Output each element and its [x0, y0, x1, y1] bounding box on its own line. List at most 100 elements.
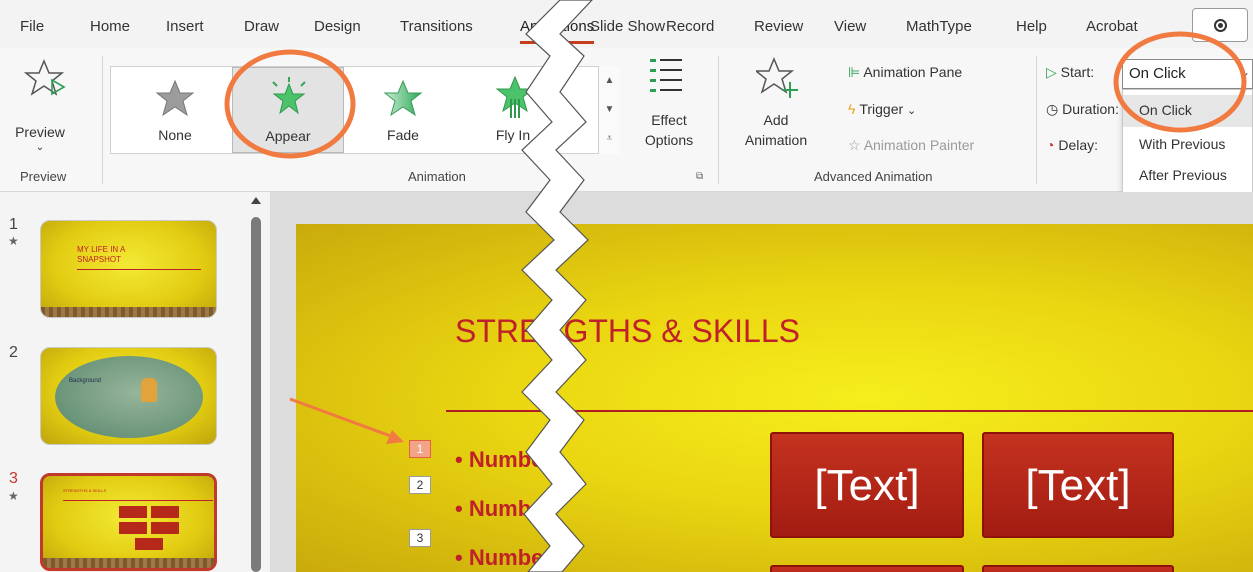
preview-star-icon — [24, 59, 66, 96]
chevron-down-icon: ⌄ — [35, 142, 45, 153]
gallery-up-icon[interactable]: ▲ — [599, 66, 620, 95]
thumbnail-number: 1 — [9, 216, 18, 233]
thumbnail-box — [151, 506, 179, 518]
tab-design[interactable]: Design — [314, 18, 361, 35]
tab-home[interactable]: Home — [90, 18, 130, 35]
text-box[interactable]: [Text] — [770, 432, 964, 538]
trigger-button[interactable]: ϟ Trigger ⌄ — [848, 101, 916, 117]
start-label-row: ▷ Start: — [1046, 64, 1094, 81]
animation-tag-1[interactable]: 1 — [409, 440, 431, 458]
gallery-more-icon[interactable]: ⩡ — [599, 124, 620, 153]
start-label: Start: — [1060, 64, 1095, 80]
tab-transitions[interactable]: Transitions — [400, 18, 473, 35]
animation-fly-in[interactable]: Fly In — [461, 67, 565, 153]
thumbnail-wood-strip — [43, 558, 214, 568]
trigger-label: Trigger — [859, 101, 904, 117]
animation-group-label: Animation — [408, 169, 466, 184]
text-box-partial[interactable] — [982, 565, 1174, 572]
dialog-launcher-icon[interactable]: ⧉ — [696, 171, 703, 182]
add-animation-button[interactable]: Add Animation — [730, 54, 822, 160]
animation-gallery: None Appear Fade Fly In ▲ ▼ ⩡ — [110, 66, 620, 154]
preview-button[interactable]: Preview ⌄ — [8, 56, 88, 156]
bullet-item[interactable]: • Number — [455, 545, 552, 571]
animation-fade[interactable]: Fade — [351, 67, 455, 153]
effect-options-button[interactable]: Effect Options — [628, 54, 710, 160]
start-option-with-previous[interactable]: With Previous — [1123, 129, 1252, 161]
advanced-animation-group-label: Advanced Animation — [814, 169, 933, 184]
animation-none[interactable]: None — [123, 67, 227, 153]
delay-label-row: ◔ Delay: — [1046, 137, 1098, 153]
animation-painter-button[interactable]: ☆ Animation Painter — [848, 137, 974, 154]
start-select[interactable]: On Click ⌄ — [1122, 59, 1253, 89]
slide-thumbnail-1[interactable]: MY LIFE IN A SNAPSHOT — [40, 220, 217, 318]
text-box-partial[interactable] — [770, 565, 964, 572]
animation-appear[interactable]: Appear — [232, 67, 344, 153]
animation-pane-icon: ⊫ — [848, 64, 861, 80]
duration-label-row: ◷ Duration: — [1046, 101, 1119, 118]
slide-thumbnail-3[interactable]: STRENGTHS & SKILLS — [40, 473, 217, 571]
thumbnail-rule — [63, 500, 213, 501]
slide-title[interactable]: STRENGTHS & SKILLS — [455, 313, 800, 350]
bullet-item[interactable]: • Number — [455, 496, 552, 522]
tab-help[interactable]: Help — [1016, 18, 1047, 35]
tab-slide-show[interactable]: Slide Show — [590, 18, 665, 35]
tab-insert[interactable]: Insert — [166, 18, 204, 35]
tab-file[interactable]: File — [20, 18, 44, 35]
start-select-value: On Click — [1129, 65, 1186, 82]
effect-options-label-2: Options — [644, 132, 694, 148]
tab-view[interactable]: View — [834, 18, 866, 35]
divider — [1036, 56, 1037, 184]
bullet-text: Number — [468, 496, 552, 521]
record-icon — [1214, 19, 1227, 32]
tab-mathtype[interactable]: MathType — [906, 18, 972, 35]
thumbnail-title-line: MY LIFE IN A — [77, 245, 126, 254]
bullet-text: Number — [468, 545, 552, 570]
thumbnail-box — [119, 522, 147, 534]
star-fly-in-icon — [495, 75, 535, 118]
clock-icon: ◷ — [1046, 101, 1059, 117]
start-option-on-click[interactable]: On Click — [1123, 95, 1252, 127]
scroll-up-icon[interactable] — [251, 197, 261, 204]
start-option-after-previous[interactable]: After Previous — [1123, 160, 1252, 192]
animation-tag-2[interactable]: 2 — [409, 476, 431, 494]
slide-thumbnail-2[interactable]: Background — [40, 347, 217, 445]
scrollbar-thumb[interactable] — [251, 217, 261, 572]
chevron-down-icon: ⌄ — [907, 105, 917, 117]
text-box[interactable]: [Text] — [982, 432, 1174, 538]
tab-review[interactable]: Review — [754, 18, 803, 35]
thumbnail-number: 2 — [9, 344, 18, 361]
animation-pane-label: Animation Pane — [863, 64, 963, 80]
thumbnail-rule — [77, 269, 201, 270]
animation-painter-label: Animation Painter — [863, 137, 975, 153]
animation-tag-3[interactable]: 3 — [409, 529, 431, 547]
star-fade-icon — [383, 79, 423, 117]
animation-star-icon: ★ — [8, 489, 19, 503]
record-button[interactable] — [1192, 8, 1248, 42]
thumbnail-title: STRENGTHS & SKILLS — [63, 488, 107, 493]
delay-icon: ◔ — [1046, 137, 1055, 153]
star-appear-icon — [272, 77, 306, 115]
thumbnail-photo — [55, 356, 203, 438]
duration-label: Duration: — [1062, 101, 1119, 117]
preview-group-label: Preview — [20, 169, 67, 184]
thumbnail-figure — [141, 378, 157, 402]
tab-animations[interactable]: Animations — [520, 18, 595, 44]
animation-pane-button[interactable]: ⊫ Animation Pane — [848, 64, 962, 81]
bullet-item[interactable]: • Number — [455, 447, 552, 473]
animation-appear-label: Appear — [265, 128, 311, 144]
thumbnail-box — [135, 538, 163, 550]
gallery-down-icon[interactable]: ▼ — [599, 95, 620, 124]
lightning-icon: ϟ — [848, 101, 856, 117]
title-rule — [446, 410, 1253, 412]
animation-none-label: None — [158, 127, 192, 143]
start-dropdown-list: On Click With Previous After Previous — [1122, 89, 1253, 193]
thumbnail-scrollbar[interactable] — [249, 195, 263, 572]
tab-record[interactable]: Record — [666, 18, 714, 35]
menu-bar: File Home Insert Draw Design Transitions… — [0, 0, 1253, 48]
tab-draw[interactable]: Draw — [244, 18, 279, 35]
chevron-down-icon: ⌄ — [1239, 65, 1250, 79]
delay-label: Delay: — [1058, 137, 1099, 153]
thumbnail-box — [151, 522, 179, 534]
tab-acrobat[interactable]: Acrobat — [1086, 18, 1138, 35]
bullet-text: Number — [468, 447, 552, 472]
